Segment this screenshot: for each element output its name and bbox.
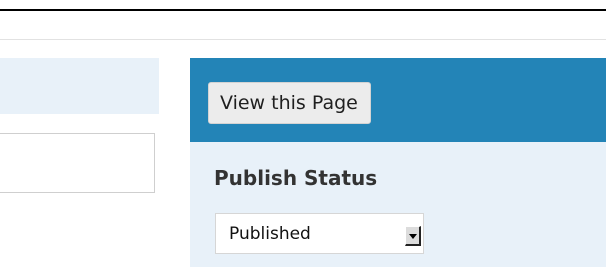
view-page-button[interactable]: View this Page — [208, 82, 371, 124]
publish-status-heading: Publish Status — [214, 166, 378, 190]
publish-panel-header: View this Page — [190, 58, 606, 142]
publish-status-select[interactable]: Published — [215, 213, 424, 254]
left-text-field[interactable] — [0, 133, 155, 193]
publish-status-selected-value: Published — [229, 224, 311, 244]
top-rule — [0, 9, 606, 11]
chevron-down-icon[interactable] — [405, 226, 421, 246]
left-panel-header — [0, 58, 159, 114]
publish-panel: View this Page Publish Status Published — [190, 58, 606, 267]
content-divider — [0, 39, 606, 40]
